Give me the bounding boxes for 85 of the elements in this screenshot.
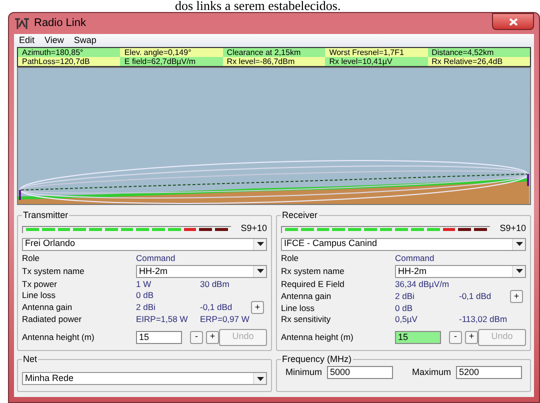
dropdown[interactable]: HH-2m <box>395 264 526 278</box>
field-value: -0,1 dBd <box>200 302 234 312</box>
field-value: 0 dB <box>136 290 154 300</box>
field-label: Required E Field <box>281 278 346 290</box>
field-label: Minimum <box>285 366 322 379</box>
menu-item[interactable]: View <box>44 34 64 48</box>
dropdown-button[interactable] <box>512 238 525 250</box>
caret-icon <box>516 242 522 246</box>
field-label: Tx system name <box>22 266 86 276</box>
field-value: ERP=0,97 W <box>200 314 250 324</box>
dropdown-button[interactable] <box>253 373 266 384</box>
small-button[interactable]: - <box>190 330 203 344</box>
field-label: Rx sensitivity <box>281 314 332 324</box>
small-button[interactable]: + <box>510 290 523 302</box>
status-cell: Rx level=10,41µV <box>325 57 428 66</box>
menu-item[interactable]: Edit <box>19 34 35 48</box>
field-value: EIRP=1,58 W <box>136 314 189 324</box>
dropdown[interactable]: HH-2m <box>136 264 267 278</box>
group-title: Net <box>22 352 38 366</box>
antenna-icon <box>14 18 30 30</box>
status-cell: Worst Fresnel=1,7F1 <box>325 48 428 57</box>
status-cell: PathLoss=120,7dB <box>18 57 120 66</box>
field-value: 2 dBi <box>136 302 156 312</box>
status-cell: Elev. angle=0,149° <box>120 48 223 57</box>
caret-icon <box>256 269 264 273</box>
group-title: Receiver <box>281 209 319 222</box>
close-icon <box>508 18 518 26</box>
status-cell: Azimuth=180,85° <box>18 48 120 57</box>
height-input[interactable]: 15 <box>136 330 182 344</box>
field-value: 2 dBi <box>395 290 416 302</box>
small-button[interactable]: - <box>449 330 462 344</box>
field-label: Role <box>22 252 40 264</box>
field-label: Rx system name <box>281 266 346 276</box>
field-label: Antenna gain <box>281 290 332 302</box>
menu-item[interactable]: Swap <box>74 34 96 48</box>
caret-icon <box>256 242 264 246</box>
dropdown-value: Minha Rede <box>25 372 75 385</box>
dropdown-button[interactable] <box>512 266 525 276</box>
dropdown-value: IFCE - Campus Canind <box>284 237 378 250</box>
field-value: Command <box>395 252 436 264</box>
field-value: Command <box>136 252 176 264</box>
field-value: 36,34 dBµV/m <box>395 278 450 290</box>
dropdown[interactable]: IFCE - Campus Canind <box>281 238 526 250</box>
status-cell: Distance=4,52km <box>428 48 530 57</box>
field-value: 1 W <box>136 278 152 290</box>
dropdown[interactable]: Minha Rede <box>22 372 267 385</box>
frequency-input[interactable]: 5200 <box>456 366 522 380</box>
field-value: 0,5µV <box>395 314 418 324</box>
small-button[interactable]: + <box>206 330 219 344</box>
meter-reading: S9+10 <box>498 222 526 236</box>
field-value: 0 dB <box>395 302 414 314</box>
caret-icon <box>256 376 264 380</box>
status-cell: Rx Relative=26,4dB <box>428 57 530 66</box>
field-value: -113,02 dBm <box>459 314 508 324</box>
window-title: Radio Link <box>34 16 86 32</box>
dropdown[interactable]: Frei Orlando <box>22 238 267 250</box>
small-button[interactable]: + <box>465 330 478 344</box>
dropdown-value: Frei Orlando <box>25 237 76 250</box>
document-text: dos links a serem estabelecidos. <box>175 0 341 12</box>
group-title: Frequency (MHz) <box>281 352 353 366</box>
dropdown-button[interactable] <box>253 238 266 250</box>
frequency-input[interactable]: 5000 <box>326 366 393 380</box>
status-cell: Rx level=-86,7dBm <box>222 57 326 66</box>
field-label: Tx power <box>22 278 58 290</box>
field-label: Line loss <box>281 302 316 314</box>
field-label: Radiated power <box>22 314 83 324</box>
dropdown-button[interactable] <box>253 266 266 276</box>
status-cell: Clearance at 2,15km <box>222 48 326 57</box>
small-button[interactable]: + <box>251 300 264 314</box>
field-label: Antenna height (m) <box>22 330 96 344</box>
height-input[interactable]: 15 <box>395 330 441 344</box>
group-title: Transmitter <box>22 209 70 222</box>
status-cell: E field=62,7dBµV/m <box>120 57 223 66</box>
field-label: Antenna gain <box>22 302 74 312</box>
field-value: -0,1 dBd <box>459 290 492 302</box>
meter-reading: S9+10 <box>240 222 267 236</box>
field-label: Line loss <box>22 290 57 300</box>
field-label: Antenna height (m) <box>281 330 354 344</box>
field-label: Maximum <box>412 366 451 379</box>
dropdown-value: HH-2m <box>398 266 428 276</box>
dropdown-value: HH-2m <box>139 266 168 276</box>
field-label: Role <box>281 252 300 264</box>
close-button[interactable] <box>492 13 534 30</box>
caret-icon <box>516 269 522 273</box>
field-value: 30 dBm <box>200 278 230 290</box>
